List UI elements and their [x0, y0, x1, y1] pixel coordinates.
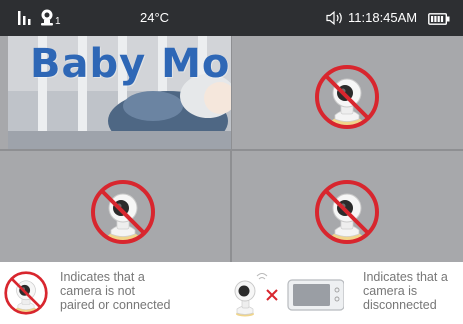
- legend-not-paired-text: Indicates that a camera is not paired or…: [60, 270, 171, 312]
- legend-disconnected-text: Indicates that a camera is disconnected: [363, 270, 448, 312]
- speaker-icon[interactable]: [326, 10, 343, 30]
- camera-icon: [40, 9, 54, 31]
- battery-icon: [428, 12, 450, 30]
- camera-not-paired-icon[interactable]: [313, 178, 381, 246]
- camera-not-paired-icon[interactable]: [313, 63, 381, 131]
- camera-not-paired-icon[interactable]: [89, 178, 157, 246]
- camera-feed-1[interactable]: Baby Monit: [8, 36, 231, 149]
- monitor-screen: 1 24°C 11:18:45AM Baby Mo: [0, 0, 463, 262]
- camera-number: 1: [55, 16, 61, 27]
- temperature-readout: 24°C: [140, 10, 170, 25]
- status-bar: 1 24°C 11:18:45AM: [0, 0, 463, 36]
- legend-not-paired-icon: [3, 270, 49, 316]
- legend-disconnected-graphic: [234, 273, 344, 317]
- signal-bars-icon: [18, 11, 34, 30]
- feed-overlay-title: Baby Monit: [30, 41, 231, 87]
- clock: 11:18:45AM: [348, 10, 418, 25]
